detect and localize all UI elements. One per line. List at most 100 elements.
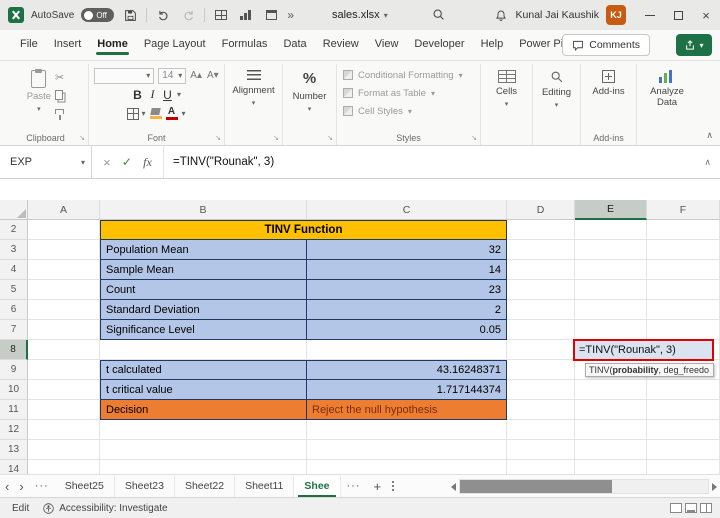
chevron-down-icon[interactable]: ▾ bbox=[182, 109, 186, 118]
insert-function-icon[interactable]: fx bbox=[143, 155, 152, 170]
cell-D6[interactable] bbox=[507, 300, 575, 320]
cell-C8[interactable] bbox=[307, 340, 507, 360]
row-header-9[interactable]: 9 bbox=[0, 360, 28, 380]
cell-A12[interactable] bbox=[28, 420, 100, 440]
cell-C5-value[interactable]: 23 bbox=[307, 280, 507, 300]
redo-icon[interactable] bbox=[179, 4, 197, 26]
excel-app-icon[interactable] bbox=[8, 7, 24, 23]
row-header-4[interactable]: 4 bbox=[0, 260, 28, 280]
row-header-2[interactable]: 2 bbox=[0, 220, 28, 240]
cell-C4-value[interactable]: 14 bbox=[307, 260, 507, 280]
cell-B6-label[interactable]: Standard Deviation bbox=[100, 300, 307, 320]
maximize-button[interactable] bbox=[664, 0, 692, 30]
cell-A3[interactable] bbox=[28, 240, 100, 260]
cell-E13[interactable] bbox=[575, 440, 647, 460]
chevron-down-icon[interactable]: ▾ bbox=[177, 90, 181, 99]
cell-F11[interactable] bbox=[647, 400, 720, 420]
sheet-tab-sheet23[interactable]: Sheet23 bbox=[115, 476, 175, 497]
cell-F12[interactable] bbox=[647, 420, 720, 440]
cells-button[interactable]: Cells ▾ bbox=[496, 66, 517, 108]
cell-D2[interactable] bbox=[507, 220, 575, 240]
cell-E5[interactable] bbox=[575, 280, 647, 300]
cell-A8[interactable] bbox=[28, 340, 100, 360]
cell-E14[interactable] bbox=[575, 460, 647, 474]
scroll-left-icon[interactable] bbox=[451, 483, 456, 491]
column-header-F[interactable]: F bbox=[647, 200, 720, 220]
cell-D13[interactable] bbox=[507, 440, 575, 460]
tab-help[interactable]: Help bbox=[473, 33, 512, 57]
expand-formula-bar-icon[interactable]: ∧ bbox=[695, 146, 720, 178]
save-icon[interactable] bbox=[121, 4, 139, 26]
calendar-icon[interactable] bbox=[262, 4, 280, 26]
new-sheet-button[interactable]: + bbox=[367, 479, 389, 494]
accessibility-checker[interactable]: Accessibility: Investigate bbox=[43, 503, 167, 514]
dialog-launcher-icon[interactable]: ↘ bbox=[79, 134, 85, 142]
cell-B4-label[interactable]: Sample Mean bbox=[100, 260, 307, 280]
row-header-13[interactable]: 13 bbox=[0, 440, 28, 460]
autosave-toggle[interactable]: Off bbox=[81, 8, 114, 22]
row-header-10[interactable]: 10 bbox=[0, 380, 28, 400]
cell-D7[interactable] bbox=[507, 320, 575, 340]
cell-F5[interactable] bbox=[647, 280, 720, 300]
user-name[interactable]: Kunal Jai Kaushik bbox=[516, 9, 599, 21]
page-layout-view-icon[interactable] bbox=[685, 503, 697, 513]
cell-F6[interactable] bbox=[647, 300, 720, 320]
cell-F7[interactable] bbox=[647, 320, 720, 340]
cell-A10[interactable] bbox=[28, 380, 100, 400]
cell-F10[interactable] bbox=[647, 380, 720, 400]
cell-C11-decision-value[interactable]: Reject the null hypothesis bbox=[307, 400, 507, 420]
cell-C9-value[interactable]: 43.16248371 bbox=[307, 360, 507, 380]
column-header-D[interactable]: D bbox=[507, 200, 575, 220]
cell-D5[interactable] bbox=[507, 280, 575, 300]
fill-color-button[interactable] bbox=[150, 108, 162, 119]
cell-E3[interactable] bbox=[575, 240, 647, 260]
column-header-C[interactable]: C bbox=[307, 200, 507, 220]
tab-view[interactable]: View bbox=[367, 33, 407, 57]
font-color-button[interactable]: A bbox=[166, 108, 178, 120]
underline-button[interactable]: U bbox=[162, 88, 173, 102]
tab-developer[interactable]: Developer bbox=[406, 33, 472, 57]
row-header-6[interactable]: 6 bbox=[0, 300, 28, 320]
borders-button[interactable]: ▾ bbox=[127, 108, 145, 120]
tab-review[interactable]: Review bbox=[315, 33, 367, 57]
tab-page-layout[interactable]: Page Layout bbox=[136, 33, 214, 57]
font-name-combobox[interactable]: ▾ bbox=[94, 68, 154, 84]
share-button[interactable]: ▾ bbox=[676, 34, 712, 56]
cell-B13[interactable] bbox=[100, 440, 307, 460]
more-commands-icon[interactable]: » bbox=[287, 8, 294, 22]
cell-B12[interactable] bbox=[100, 420, 307, 440]
row-header-7[interactable]: 7 bbox=[0, 320, 28, 340]
close-button[interactable]: × bbox=[692, 0, 720, 30]
chart-icon[interactable] bbox=[237, 4, 255, 26]
cell-F13[interactable] bbox=[647, 440, 720, 460]
row-header-12[interactable]: 12 bbox=[0, 420, 28, 440]
dialog-launcher-icon[interactable]: ↘ bbox=[273, 134, 279, 142]
row-header-3[interactable]: 3 bbox=[0, 240, 28, 260]
cell-D3[interactable] bbox=[507, 240, 575, 260]
paste-button[interactable]: Paste ▾ bbox=[27, 66, 51, 118]
cell-B10-label[interactable]: t critical value bbox=[100, 380, 307, 400]
format-painter-button[interactable] bbox=[55, 105, 64, 118]
scroll-right-icon[interactable] bbox=[712, 483, 717, 491]
normal-view-icon[interactable] bbox=[670, 503, 682, 513]
cell-E4[interactable] bbox=[575, 260, 647, 280]
cell-E12[interactable] bbox=[575, 420, 647, 440]
horizontal-scrollbar[interactable] bbox=[451, 478, 717, 495]
cell-C13[interactable] bbox=[307, 440, 507, 460]
bold-button[interactable]: B bbox=[132, 88, 143, 102]
cell-B3-label[interactable]: Population Mean bbox=[100, 240, 307, 260]
comments-button[interactable]: Comments bbox=[562, 34, 650, 56]
alignment-button[interactable]: Alignment ▾ bbox=[232, 66, 274, 107]
editing-button[interactable]: Editing ▾ bbox=[542, 66, 571, 109]
cell-A2[interactable] bbox=[28, 220, 100, 240]
cell-F4[interactable] bbox=[647, 260, 720, 280]
scrollbar-thumb[interactable] bbox=[460, 480, 612, 493]
cell-E6[interactable] bbox=[575, 300, 647, 320]
addins-button[interactable]: Add-ins bbox=[592, 66, 624, 97]
cell-F2[interactable] bbox=[647, 220, 720, 240]
cell-E2[interactable] bbox=[575, 220, 647, 240]
formula-input[interactable]: =TINV("Rounak", 3) bbox=[164, 146, 695, 178]
conditional-formatting-button[interactable]: Conditional Formatting ▾ bbox=[340, 66, 463, 84]
tab-home[interactable]: Home bbox=[89, 33, 136, 57]
cell-E7[interactable] bbox=[575, 320, 647, 340]
